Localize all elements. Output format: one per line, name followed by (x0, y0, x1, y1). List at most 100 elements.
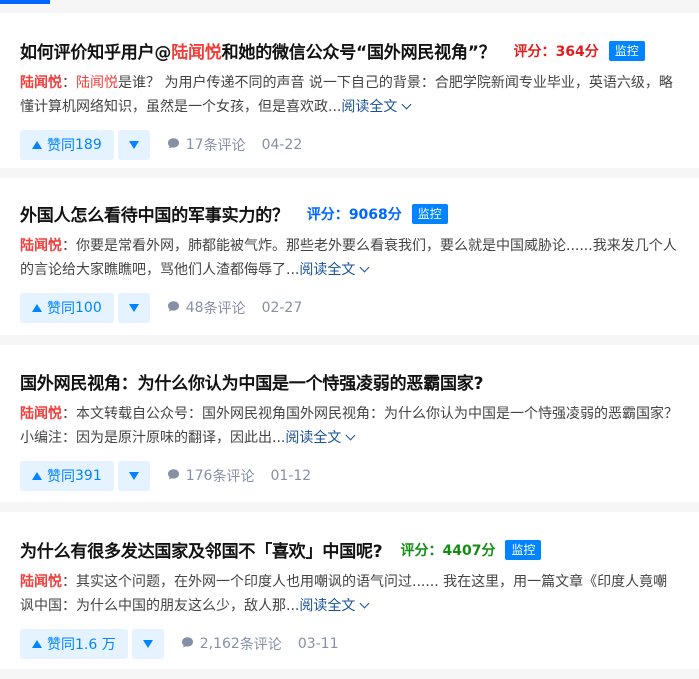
author-name[interactable]: 陆闻悦 (20, 406, 62, 422)
comment-count: 17 (185, 137, 204, 153)
comments-button[interactable]: 48 条评论 (167, 298, 246, 318)
downvote-arrow-icon (142, 640, 153, 648)
question-title[interactable]: 为什么有很多发达国家及邻国不「喜欢」中国呢? (20, 537, 383, 562)
title-row: 国外网民视角：为什么你认为中国是一个恃强凌弱的恶霸国家? (20, 369, 679, 394)
upvote-count: 391 (75, 468, 102, 484)
downvote-arrow-icon (128, 141, 139, 149)
title-row: 为什么有很多发达国家及邻国不「喜欢」中国呢? 评分：4407分 监控 (20, 537, 679, 562)
score-prefix: 评分： (306, 206, 349, 223)
upvote-arrow-icon (32, 304, 42, 312)
upvote-label: 赞同 (47, 469, 75, 485)
title-row: 外国人怎么看待中国的军事实力的？ 评分：9068分 监控 (20, 201, 679, 226)
answer-card: 如何评价知乎用户@陆闻悦和她的微信公众号“国外网民视角”？ 评分：364分 监控 陆闻… (0, 13, 699, 168)
author-colon: ： (62, 574, 76, 590)
downvote-button[interactable] (117, 130, 150, 160)
post-date: 01-12 (270, 468, 312, 484)
upvote-button[interactable]: 赞同 100 (20, 293, 114, 323)
question-title[interactable]: 国外网民视角：为什么你认为中国是一个恃强凌弱的恶霸国家? (20, 369, 483, 394)
score: 评分：4407分 (400, 540, 495, 560)
author-colon: ： (62, 75, 76, 91)
score-suffix: 分 (584, 43, 599, 60)
score-prefix: 评分： (513, 43, 556, 60)
upvote-arrow-icon (32, 141, 42, 149)
answer-excerpt[interactable]: 陆闻悦：你要是常看外网，肺都能被气炸。那些老外要么看衰我们，要么就是中国威胁论.… (20, 234, 679, 282)
comment-bubble-icon (167, 137, 186, 154)
answer-card: 外国人怎么看待中国的军事实力的？ 评分：9068分 监控陆闻悦：你要是常看外网，肺都… (0, 178, 699, 335)
comment-label: 条评论 (203, 301, 246, 317)
answer-card: 国外网民视角：为什么你认为中国是一个恃强凌弱的恶霸国家? 陆闻悦：本文转载自公众号… (0, 345, 699, 502)
read-more-label: 阅读全文 (341, 99, 398, 115)
upvote-label: 赞同 (47, 301, 75, 317)
action-bar: 赞同 1.6 万 2,162 条评论 03-11 (20, 629, 679, 659)
downvote-button[interactable] (117, 461, 150, 491)
title-text: 和她的微信公众号“国外网民视角”？ (221, 43, 496, 63)
score-suffix: 分 (387, 206, 402, 223)
upvote-label: 赞同 (47, 637, 75, 653)
comment-bubble-icon (181, 636, 200, 653)
upvote-button[interactable]: 赞同 391 (20, 461, 114, 491)
excerpt-highlight: 陆闻悦 (76, 75, 118, 91)
comments-button[interactable]: 2,162 条评论 (181, 634, 282, 654)
post-date: 04-22 (261, 137, 303, 153)
score: 评分：364分 (514, 41, 599, 61)
action-bar: 赞同 391 176 条评论 01-12 (20, 461, 679, 491)
author-name[interactable]: 陆闻悦 (20, 238, 62, 254)
upvote-button[interactable]: 赞同 189 (20, 130, 114, 160)
author-colon: ： (62, 406, 76, 422)
action-bar: 赞同 100 48 条评论 02-27 (20, 293, 679, 323)
answer-excerpt[interactable]: 陆闻悦：陆闻悦是谁？ 为用户传递不同的声音 说一下自己的背景：合肥学院新闻专业毕… (20, 71, 679, 119)
title-text: 国外网民视角：为什么你认为中国是一个恃强凌弱的恶霸国家? (20, 374, 484, 394)
score-prefix: 评分： (400, 542, 443, 559)
read-more-label: 阅读全文 (285, 430, 342, 446)
comment-count: 48 (185, 300, 204, 316)
title-text: 如何评价知乎用户@ (20, 43, 172, 63)
answer-card: 为什么有很多发达国家及邻国不「喜欢」中国呢? 评分：4407分 监控陆闻悦：其实这个… (0, 512, 699, 669)
comment-label: 条评论 (212, 469, 255, 485)
monitor-button[interactable]: 监控 (505, 539, 542, 560)
comments-button[interactable]: 176 条评论 (167, 466, 255, 486)
comment-label: 条评论 (239, 637, 282, 653)
title-highlight: 陆闻悦 (171, 43, 222, 63)
downvote-arrow-icon (128, 304, 139, 312)
active-tab-indicator (0, 0, 50, 4)
downvote-button[interactable] (117, 293, 150, 323)
answer-feed: 如何评价知乎用户@陆闻悦和她的微信公众号“国外网民视角”？ 评分：364分 监控 陆闻… (0, 13, 699, 669)
author-colon: ： (62, 238, 76, 254)
score-value: 9068 (348, 206, 388, 223)
author-name[interactable]: 陆闻悦 (20, 574, 62, 590)
comment-bubble-icon (167, 468, 186, 485)
question-title[interactable]: 外国人怎么看待中国的军事实力的？ (20, 201, 289, 226)
read-more-link[interactable]: 阅读全文 (299, 598, 370, 614)
score-value: 364 (555, 43, 585, 60)
title-row: 如何评价知乎用户@陆闻悦和她的微信公众号“国外网民视角”？ 评分：364分 监控 (20, 38, 679, 63)
read-more-link[interactable]: 阅读全文 (341, 99, 412, 115)
monitor-button[interactable]: 监控 (411, 203, 448, 224)
action-bar: 赞同 189 17 条评论 04-22 (20, 130, 679, 160)
downvote-button[interactable] (131, 629, 164, 659)
monitor-button[interactable]: 监控 (608, 40, 645, 61)
upvote-count: 100 (75, 300, 102, 316)
chevron-down-icon (401, 99, 412, 110)
read-more-link[interactable]: 阅读全文 (285, 430, 356, 446)
score: 评分：9068分 (307, 204, 402, 224)
question-title[interactable]: 如何评价知乎用户@陆闻悦和她的微信公众号“国外网民视角”？ (20, 38, 496, 63)
answer-excerpt[interactable]: 陆闻悦：本文转载自公众号：国外网民视角国外网民视角：为什么你认为中国是一个恃强凌… (20, 402, 679, 450)
upvote-arrow-icon (32, 640, 42, 648)
post-date: 03-11 (297, 636, 339, 652)
downvote-arrow-icon (128, 472, 139, 480)
title-text: 为什么有很多发达国家及邻国不「喜欢」中国呢? (20, 542, 383, 562)
comments-button[interactable]: 17 条评论 (167, 135, 246, 155)
read-more-label: 阅读全文 (299, 262, 356, 278)
answer-excerpt[interactable]: 陆闻悦：其实这个问题，在外网一个印度人也用嘲讽的语气问过...... 我在这里，… (20, 570, 679, 618)
score-value: 4407 (442, 542, 482, 559)
comment-count: 176 (185, 468, 213, 484)
author-name[interactable]: 陆闻悦 (20, 75, 62, 91)
comment-count: 2,162 (199, 636, 240, 652)
chevron-down-icon (359, 262, 370, 273)
read-more-link[interactable]: 阅读全文 (299, 262, 370, 278)
title-text: 外国人怎么看待中国的军事实力的？ (20, 206, 289, 226)
upvote-button[interactable]: 赞同 1.6 万 (20, 629, 128, 659)
upvote-count: 1.6 万 (75, 637, 116, 653)
chevron-down-icon (359, 598, 370, 609)
score-suffix: 分 (481, 542, 496, 559)
